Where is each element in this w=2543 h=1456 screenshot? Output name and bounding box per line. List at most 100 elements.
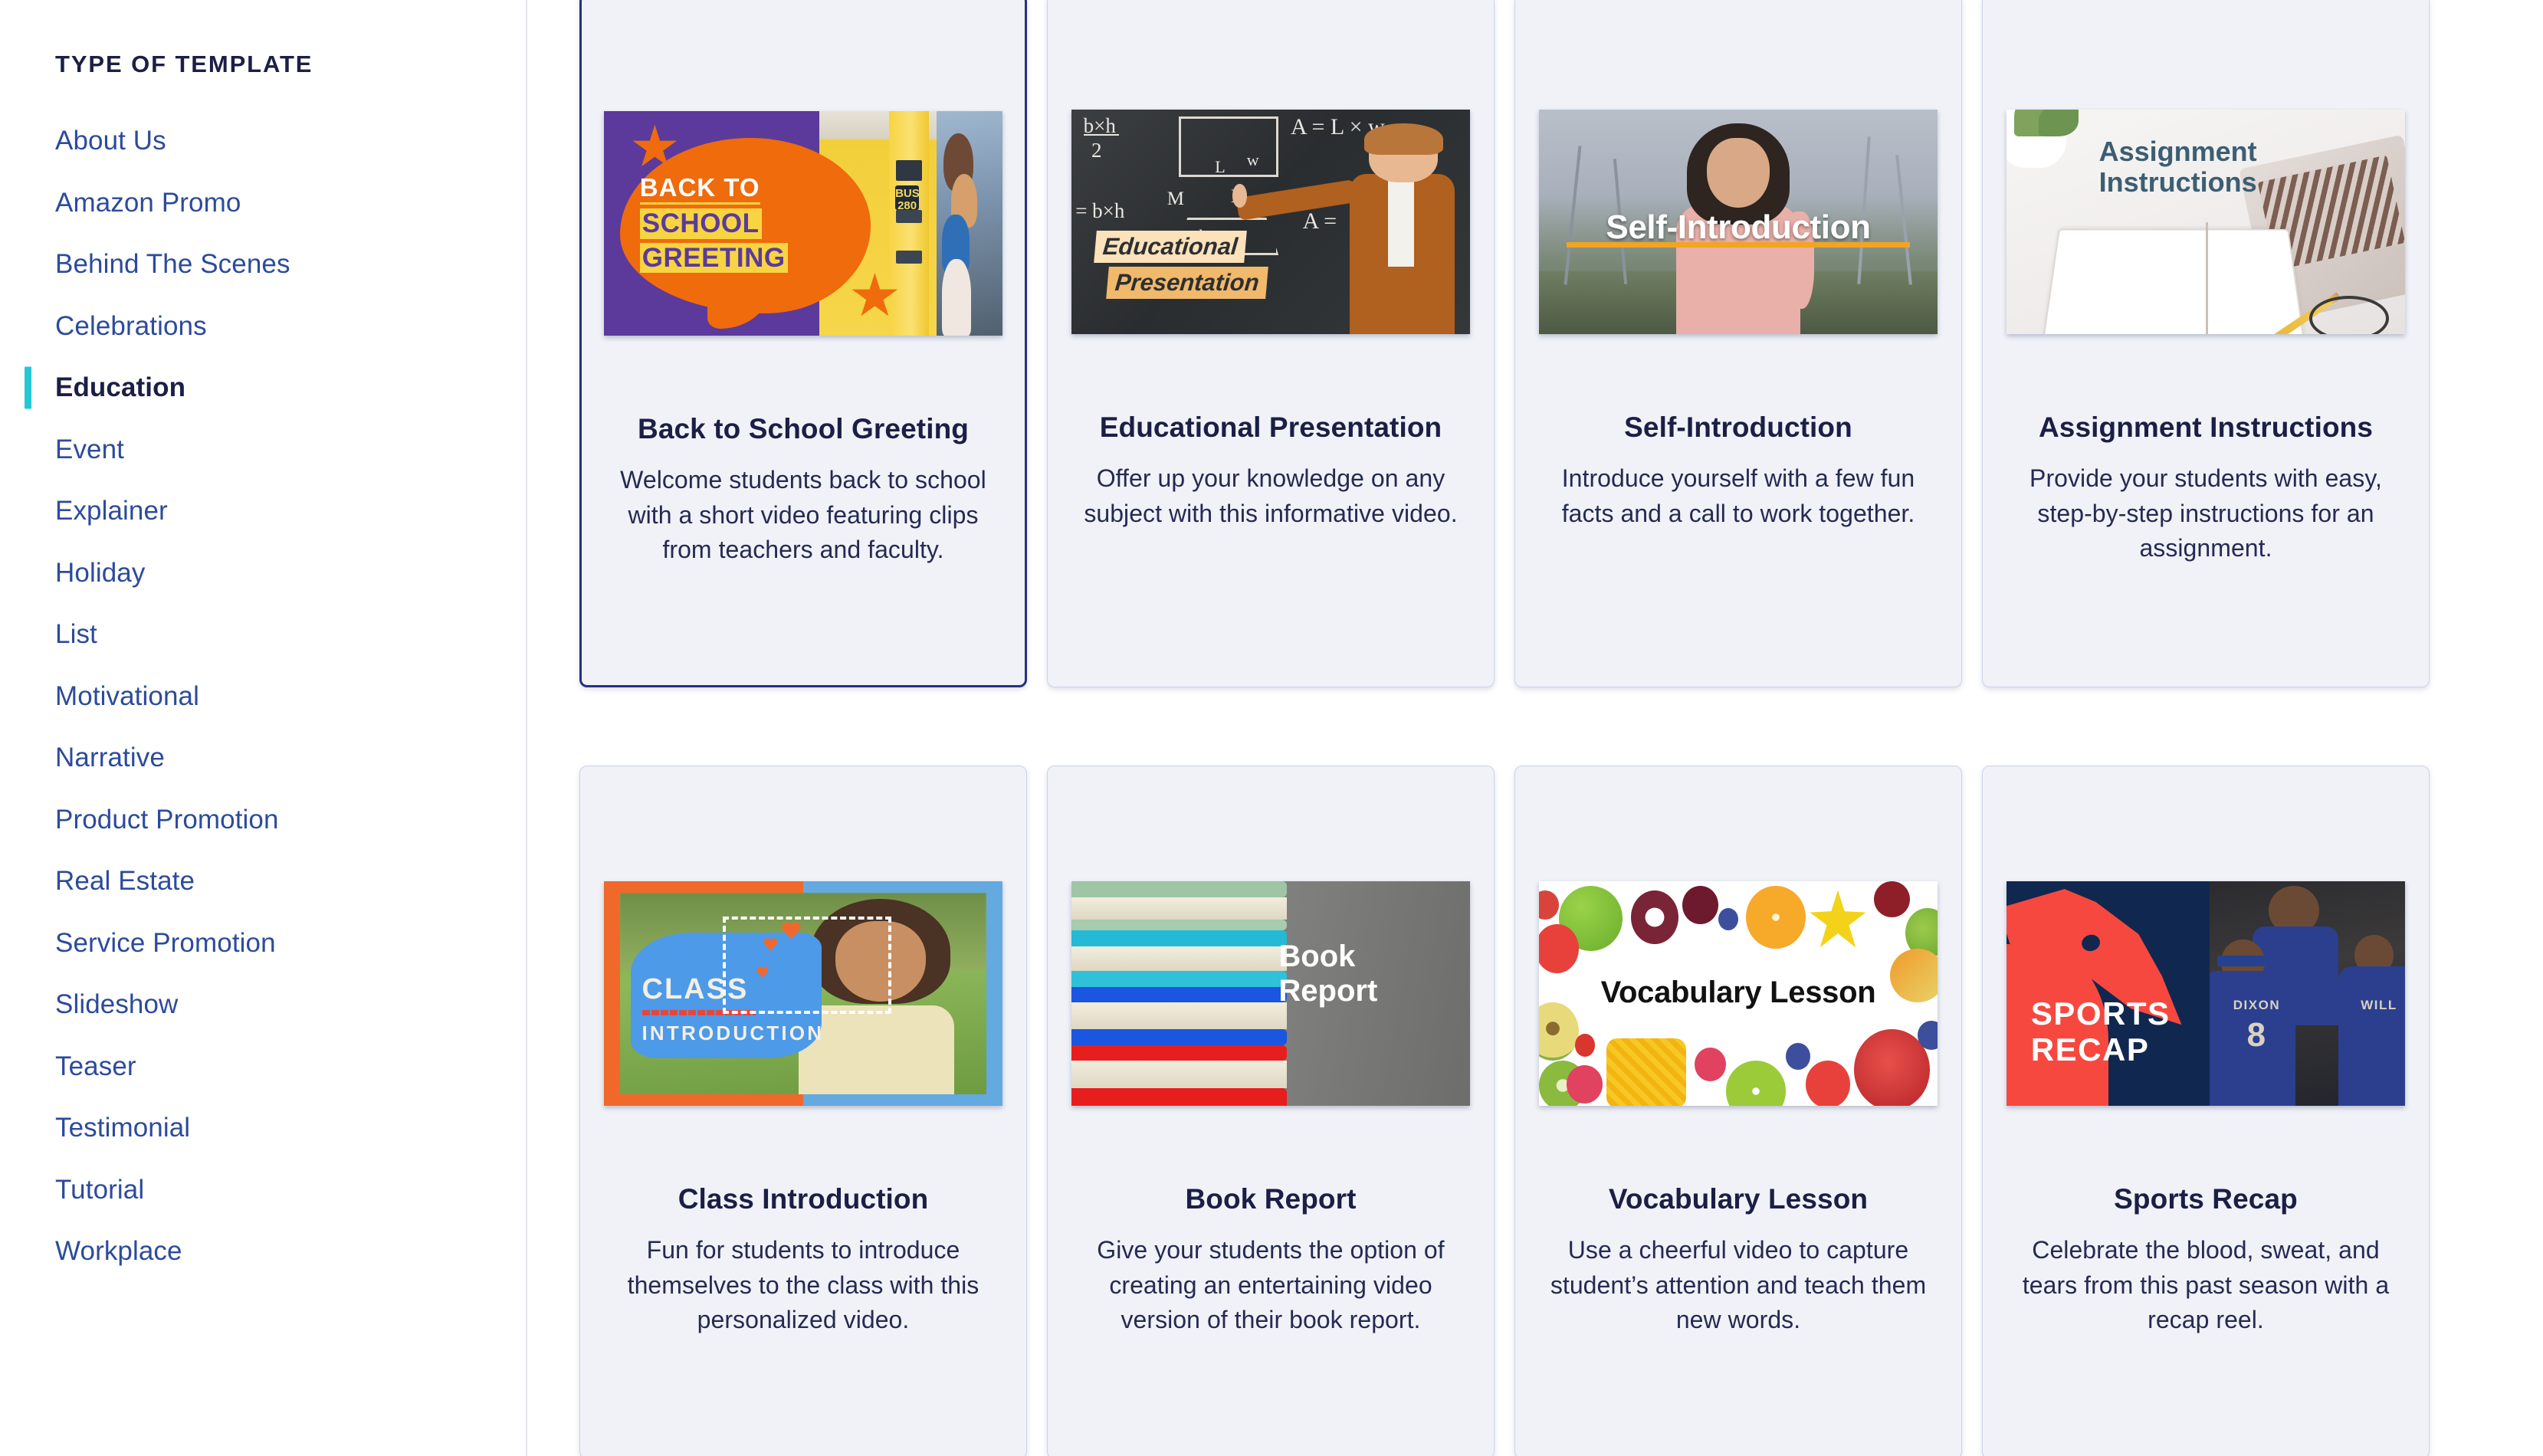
fruit-cranberry xyxy=(1574,1034,1595,1057)
book-pages xyxy=(1071,897,1287,920)
card-title: Assignment Instructions xyxy=(2038,412,2374,443)
book-cover xyxy=(1071,930,1287,946)
template-card-vocabulary-lesson[interactable]: Vocabulary Lesson Vocabulary Lesson Use … xyxy=(1514,766,1962,1456)
sidebar-item-label: Real Estate xyxy=(55,866,195,897)
sidebar-category-list: About Us Amazon Promo Behind The Scenes … xyxy=(25,110,526,1283)
book-pages xyxy=(1071,1002,1287,1030)
active-accent-bar xyxy=(25,366,31,409)
sidebar-item-event[interactable]: Event xyxy=(55,419,526,481)
sidebar-item-label: Motivational xyxy=(55,680,199,711)
chalk-fraction-bar xyxy=(1083,134,1120,136)
sidebar-item-teaser[interactable]: Teaser xyxy=(55,1036,526,1098)
sidebar-item-label: Behind The Scenes xyxy=(55,249,290,280)
sidebar-item-tutorial[interactable]: Tutorial xyxy=(55,1159,526,1222)
sidebar-item-label: List xyxy=(55,619,97,650)
sidebar-item-real-estate[interactable]: Real Estate xyxy=(55,851,526,913)
underline-accent-rule xyxy=(1567,241,1910,248)
sidebar-item-label: Testimonial xyxy=(55,1113,191,1143)
figure-face xyxy=(1707,137,1770,208)
card-description: Celebrate the blood, sweat, and tears fr… xyxy=(2022,1236,2390,1334)
sidebar-item-label: Workplace xyxy=(55,1236,182,1267)
sidebar-item-behind-the-scenes[interactable]: Behind The Scenes xyxy=(55,234,526,296)
thumb-text-line2: INTRODUCTION xyxy=(641,1021,825,1045)
sidebar-item-label: Narrative xyxy=(55,743,165,773)
sidebar-item-explainer[interactable]: Explainer xyxy=(55,480,526,543)
figure-hair xyxy=(1363,123,1443,155)
thumbnail-wrapper: SPORTS RECAP DIXON 8 WILL xyxy=(1983,766,2429,1106)
sidebar-item-celebrations[interactable]: Celebrations xyxy=(55,296,526,358)
bus-door-shape xyxy=(888,111,930,336)
sidebar-item-label: Education xyxy=(55,372,186,403)
sidebar-item-product-promotion[interactable]: Product Promotion xyxy=(55,789,526,851)
sidebar-item-education[interactable]: Education xyxy=(25,357,526,419)
template-card-self-introduction[interactable]: Self-Introduction Self-Introduction Intr… xyxy=(1514,0,1962,687)
template-card-book-report[interactable]: Book Report Book Report Give your studen… xyxy=(1047,766,1495,1456)
template-thumbnail-sports-recap: SPORTS RECAP DIXON 8 WILL xyxy=(2007,881,2405,1106)
sidebar-item-amazon-promo[interactable]: Amazon Promo xyxy=(55,172,526,234)
eyeglasses-shape xyxy=(2309,296,2390,334)
sidebar-item-narrative[interactable]: Narrative xyxy=(55,727,526,789)
thumb-text-line2: RECAP xyxy=(2030,1031,2150,1068)
sidebar-item-slideshow[interactable]: Slideshow xyxy=(55,974,526,1036)
book-pages xyxy=(1071,946,1287,972)
book-cover xyxy=(1071,1087,1287,1106)
card-title: Self-Introduction xyxy=(1624,412,1852,443)
thumb-text-line1: Educational xyxy=(1094,231,1247,264)
thumb-text-line1: Assignment xyxy=(2098,136,2257,168)
sidebar-item-holiday[interactable]: Holiday xyxy=(55,543,526,605)
sidebar-item-workplace[interactable]: Workplace xyxy=(55,1221,526,1283)
sidebar-item-testimonial[interactable]: Testimonial xyxy=(55,1097,526,1159)
player-headband xyxy=(2217,955,2265,967)
notebook-spine-shape xyxy=(2206,221,2208,334)
fruit-raspberry xyxy=(1694,1047,1727,1081)
sidebar-item-label: Event xyxy=(55,434,124,464)
chalk-formula: 2 xyxy=(1091,139,1102,162)
template-thumbnail-assignment-instructions: Assignment Instructions xyxy=(2007,110,2405,334)
thumbnail-title-block: Assignment Instructions xyxy=(2007,136,2349,198)
thumbnail-title-block: BACK TO SCHOOL GREETING xyxy=(639,174,855,274)
template-card-back-to-school-greeting[interactable]: BUS 280 BACK TO SCHOOL GREETING Back to … xyxy=(579,0,1027,687)
template-thumbnail-class-introduction: CLASS INTRODUCTION xyxy=(604,881,1002,1106)
template-card-class-introduction[interactable]: CLASS INTRODUCTION Class Introduction Fu… xyxy=(579,766,1027,1456)
card-body: Educational Presentation Offer up your k… xyxy=(1048,411,1494,531)
thumbnail-wrapper: Book Report xyxy=(1048,766,1494,1106)
chalk-rectangle-shape xyxy=(1179,116,1279,177)
figure-shirt xyxy=(1387,178,1415,267)
thumb-text-line2: Report xyxy=(1278,974,1378,1008)
card-description: Give your students the option of creatin… xyxy=(1097,1236,1445,1334)
thumb-text-line2: Presentation xyxy=(1105,267,1268,300)
bus-window-shape xyxy=(896,160,922,181)
fruit-plum xyxy=(1682,885,1718,924)
card-body: Assignment Instructions Provide your stu… xyxy=(1983,411,2429,566)
card-description: Offer up your knowledge on any subject w… xyxy=(1084,464,1458,527)
sidebar-item-motivational[interactable]: Motivational xyxy=(55,666,526,728)
bus-number: 280 xyxy=(897,199,917,213)
book-cover xyxy=(1071,986,1287,1003)
sidebar-item-service-promotion[interactable]: Service Promotion xyxy=(55,913,526,975)
book-cover xyxy=(1071,1029,1287,1045)
thumb-text-line1: Book xyxy=(1278,940,1356,974)
basketball-team-photo: DIXON 8 WILL xyxy=(2210,881,2405,1106)
player-jersey xyxy=(2338,966,2405,1106)
sidebar-item-label: Slideshow xyxy=(55,989,179,1020)
card-body: Sports Recap Celebrate the blood, sweat,… xyxy=(1983,1182,2429,1338)
template-card-sports-recap[interactable]: SPORTS RECAP DIXON 8 WILL Sports Recap C… xyxy=(1982,766,2430,1456)
card-body: Book Report Give your students the optio… xyxy=(1048,1182,1494,1338)
sidebar-item-about-us[interactable]: About Us xyxy=(55,110,526,172)
figure-hand xyxy=(1232,184,1247,208)
template-grid: BUS 280 BACK TO SCHOOL GREETING Back to … xyxy=(579,0,2430,1456)
sidebar-item-list[interactable]: List xyxy=(55,604,526,666)
sidebar-item-label: Celebrations xyxy=(55,310,207,341)
template-card-assignment-instructions[interactable]: Assignment Instructions Assignment Instr… xyxy=(1982,0,2430,687)
fruit-raspberry xyxy=(1567,1065,1603,1104)
template-card-educational-presentation[interactable]: b×h 2 = b×h M B E L w h A = L × w A = xyxy=(1047,0,1495,687)
card-title: Educational Presentation xyxy=(1099,412,1442,443)
fruit-blueberry xyxy=(1918,1020,1938,1050)
fruit-blueberry xyxy=(1786,1042,1810,1071)
thumb-text-line1: SPORTS xyxy=(2030,995,2171,1032)
jersey-name-text: DIXON xyxy=(2233,998,2281,1013)
template-thumbnail-self-introduction: Self-Introduction xyxy=(1539,110,1938,334)
sidebar-item-label: Explainer xyxy=(55,496,168,526)
sidebar-filter-panel: TYPE OF TEMPLATE About Us Amazon Promo B… xyxy=(0,0,527,1456)
chalk-formula: = b×h xyxy=(1075,199,1125,223)
